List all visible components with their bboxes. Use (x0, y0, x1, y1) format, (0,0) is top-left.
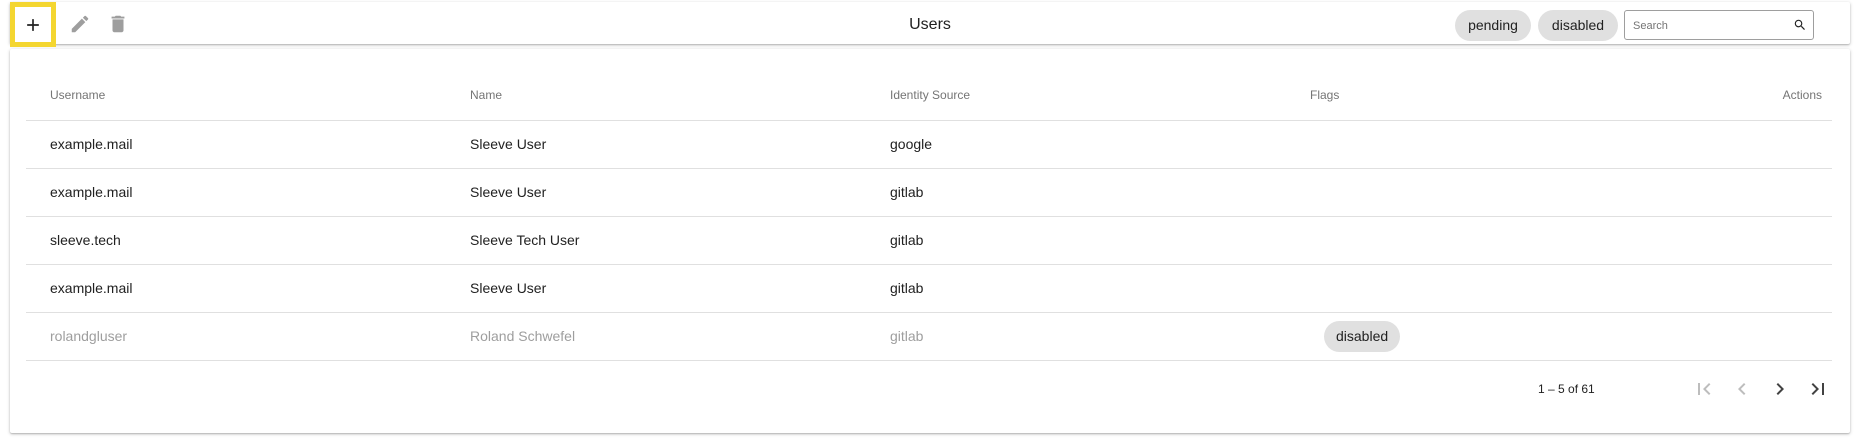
column-header-identity-source[interactable]: Identity Source (890, 70, 970, 120)
first-page-icon (1698, 383, 1711, 395)
edit-user-button[interactable] (62, 6, 98, 42)
users-table: Username Name Identity Source Flags Acti… (10, 49, 1850, 433)
cell-identity-source: gitlab (890, 232, 924, 248)
search-icon[interactable] (1793, 18, 1807, 32)
search-field[interactable] (1624, 10, 1814, 40)
cell-identity-source: gitlab (890, 280, 924, 296)
toolbar: Users pending disabled (10, 2, 1850, 47)
column-header-username[interactable]: Username (50, 70, 105, 120)
add-user-button[interactable] (10, 2, 56, 47)
trash-icon (111, 15, 125, 33)
first-page-button[interactable] (1686, 371, 1722, 407)
pencil-icon (71, 15, 89, 33)
table-header: Username Name Identity Source Flags Acti… (26, 70, 1832, 121)
paginator: 1 – 5 of 61 (26, 361, 1832, 417)
flag-chip-disabled[interactable]: disabled (1324, 321, 1401, 352)
cell-username: example.mail (50, 136, 133, 152)
column-header-actions: Actions (1782, 88, 1822, 102)
last-page-button[interactable] (1800, 371, 1836, 407)
column-header-flags: Flags (1310, 88, 1340, 102)
cell-name: Sleeve User (470, 280, 547, 296)
range-label: 1 – 5 of 61 (1538, 382, 1595, 396)
last-page-icon (1811, 383, 1824, 395)
previous-page-button[interactable] (1724, 371, 1760, 407)
filter-chip-disabled[interactable]: disabled (1538, 10, 1618, 41)
table-row[interactable]: sleeve.tech Sleeve Tech User gitlab (26, 217, 1832, 265)
cell-username: sleeve.tech (50, 232, 121, 248)
cell-identity-source: google (890, 136, 933, 152)
table-row[interactable]: example.mail Sleeve User gitlab (26, 265, 1832, 313)
cell-name: Roland Schwefel (470, 328, 576, 344)
plus-icon (27, 18, 39, 31)
cell-identity-source: gitlab (890, 184, 924, 200)
chevron-right-icon (1776, 383, 1784, 395)
filter-chip-pending[interactable]: pending (1455, 10, 1531, 41)
search-input[interactable] (1633, 16, 1783, 36)
table-row[interactable]: rolandgluser Roland Schwefel gitlab disa… (26, 313, 1832, 361)
cell-name: Sleeve Tech User (470, 232, 580, 248)
cell-username: example.mail (50, 280, 133, 296)
cell-username: example.mail (50, 184, 133, 200)
users-page: Users pending disabled Username Name Ide… (0, 0, 1865, 439)
chevron-left-icon (1738, 383, 1746, 395)
cell-username: rolandgluser (50, 328, 128, 344)
next-page-button[interactable] (1762, 371, 1798, 407)
delete-user-button[interactable] (100, 6, 136, 42)
cell-identity-source: gitlab (890, 328, 924, 344)
cell-name: Sleeve User (470, 184, 547, 200)
column-header-name[interactable]: Name (470, 70, 502, 120)
table-row[interactable]: example.mail Sleeve User google (26, 121, 1832, 169)
table-row[interactable]: example.mail Sleeve User gitlab (26, 169, 1832, 217)
cell-name: Sleeve User (470, 136, 547, 152)
